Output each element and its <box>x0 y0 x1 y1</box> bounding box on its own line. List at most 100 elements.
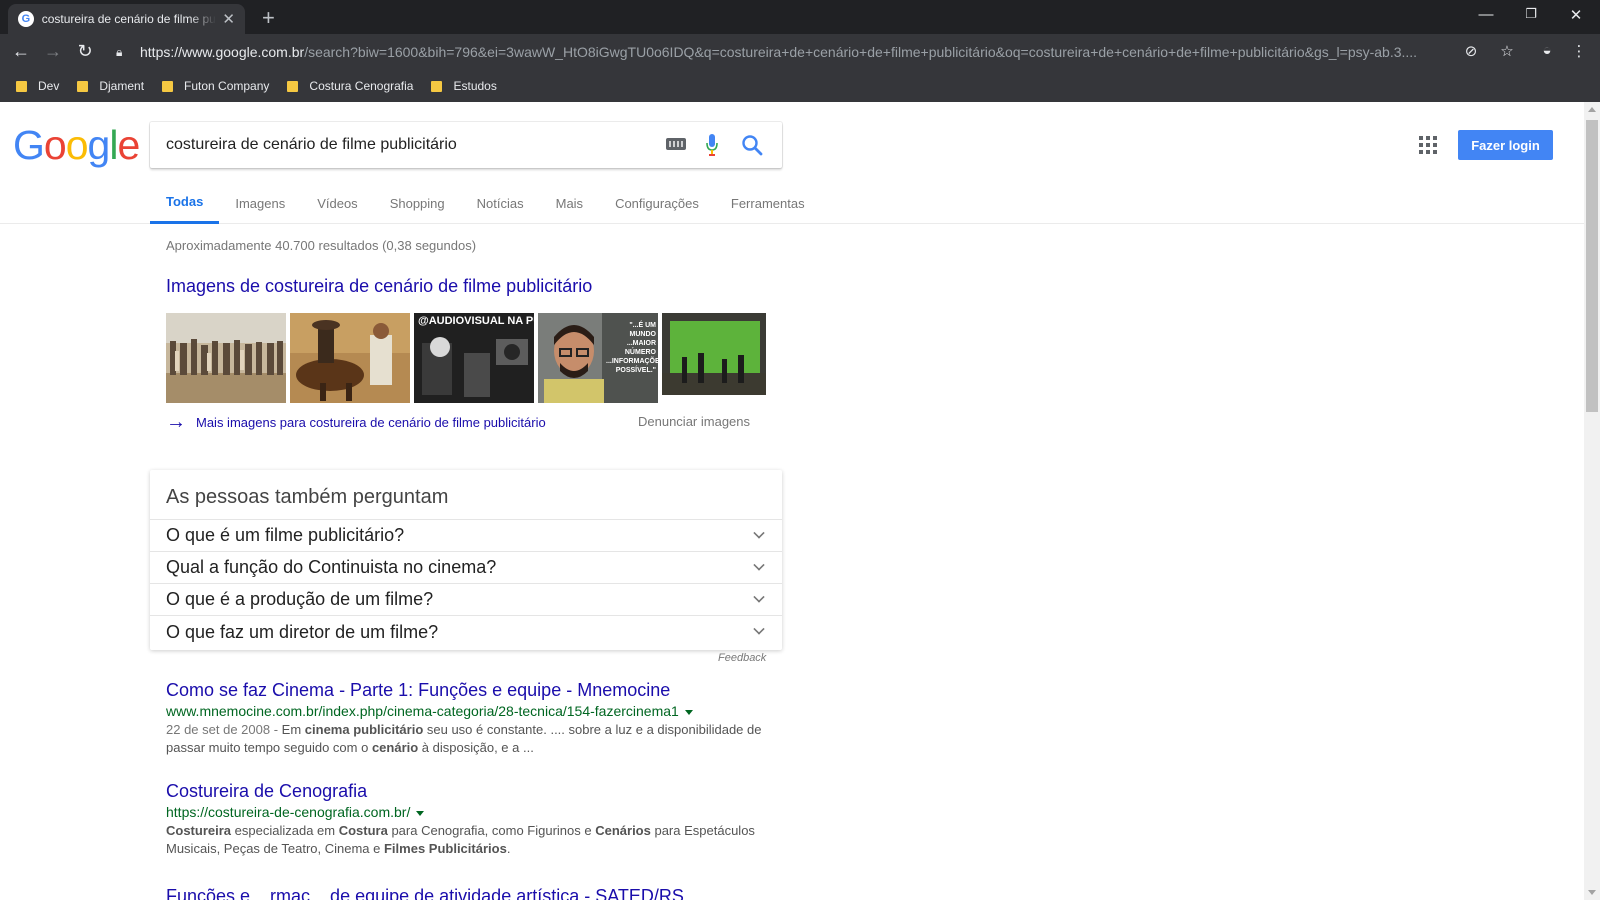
search-result: Costureira de Cenografia https://costure… <box>166 781 776 858</box>
result-snippet: Costureira especializada em Costura para… <box>166 822 776 858</box>
result-url-text: www.mnemocine.com.br/index.php/cinema-ca… <box>166 703 679 719</box>
result-url: https://costureira-de-cenografia.com.br/ <box>166 804 776 820</box>
search-result: Funções e ...rmaç... de equipe de ativid… <box>166 884 776 900</box>
tab-imagens[interactable]: Imagens <box>219 182 301 224</box>
search-input[interactable]: costureira de cenário de filme publicitá… <box>150 122 782 168</box>
browser-tab-title: costureira de cenário de filme publicitá… <box>41 12 217 26</box>
report-images-link[interactable]: Denunciar imagens <box>638 414 750 429</box>
people-also-ask-box: As pessoas também perguntam O que é um f… <box>150 470 782 650</box>
chevron-down-icon <box>753 623 765 635</box>
result-date: 22 de set de 2008 - <box>166 722 282 737</box>
forward-arrow-icon[interactable]: → <box>42 41 64 62</box>
bookmark-label: Dev <box>38 79 60 93</box>
address-bar[interactable]: 🔒︎ https://www.google.com.br/search?biw=… <box>108 38 1502 66</box>
result-title-link[interactable]: Funções e ...rmaç... de equipe de ativid… <box>166 884 776 900</box>
feedback-link[interactable]: Feedback <box>718 652 766 664</box>
chevron-down-icon <box>753 527 765 539</box>
image-thumbnail[interactable] <box>662 313 766 403</box>
bookmark-futon-company[interactable]: Futon Company <box>162 79 269 93</box>
back-arrow-icon[interactable]: ← <box>10 41 32 62</box>
snippet-text: à disposição, e a ... <box>418 740 534 755</box>
google-favicon-icon: G <box>18 11 34 27</box>
snippet-highlight: Filmes Publicitários <box>383 841 507 856</box>
bookmarks-bar: Dev Djament Futon Company Costura Cenogr… <box>0 70 1600 102</box>
tab-ferramentas[interactable]: Ferramentas <box>715 182 821 224</box>
paa-question-text: O que é um filme publicitário? <box>166 525 405 545</box>
tab-todas[interactable]: Todas <box>150 182 220 224</box>
snippet-highlight: Costura <box>338 823 388 838</box>
browser-toolbar: ← → ↻ 🔒︎ https://www.google.com.br/searc… <box>0 34 1600 70</box>
snippet-highlight: Costureira <box>166 823 232 838</box>
image-thumbnail[interactable]: "...É UM MUNDO ...MAIOR NÚMERO ...INFORM… <box>538 313 658 403</box>
login-button[interactable]: Fazer login <box>1458 130 1553 160</box>
tab-shopping[interactable]: Shopping <box>374 182 461 224</box>
page-scrollbar[interactable] <box>1584 102 1600 900</box>
bookmark-label: Futon Company <box>184 79 270 93</box>
folder-icon <box>16 80 27 92</box>
people-also-ask-heading: As pessoas também perguntam <box>150 470 782 520</box>
snippet-text: especializada em <box>231 823 339 838</box>
image-thumbnail[interactable] <box>290 313 410 403</box>
bookmark-costura-cenografia[interactable]: Costura Cenografia <box>287 79 413 93</box>
scroll-up-icon[interactable] <box>1588 107 1596 112</box>
arrow-right-icon: → <box>166 411 186 433</box>
tab-configuracoes[interactable]: Configurações <box>599 182 715 224</box>
folder-icon <box>77 80 89 92</box>
caret-down-icon[interactable] <box>684 709 693 715</box>
tab-videos[interactable]: Vídeos <box>301 182 373 224</box>
thumbnail-quote: "...É UM MUNDO ...MAIOR NÚMERO ...INFORM… <box>606 322 658 374</box>
result-title-link[interactable]: Costureira de Cenografia <box>166 781 776 802</box>
paa-question[interactable]: O que faz um diretor de um filme? <box>150 616 782 648</box>
result-url-text: https://costureira-de-cenografia.com.br/ <box>166 804 411 820</box>
bookmark-djament[interactable]: Djament <box>77 79 144 93</box>
scroll-down-icon[interactable] <box>1588 890 1596 895</box>
folder-icon <box>287 80 299 92</box>
result-title-link[interactable]: Como se faz Cinema - Parte 1: Funções e … <box>166 680 776 701</box>
browser-menu-icon[interactable]: ⋮ <box>1568 42 1590 60</box>
folder-icon <box>162 80 174 92</box>
bookmark-star-icon[interactable]: ☆ <box>1496 42 1518 60</box>
google-apps-icon[interactable] <box>1419 136 1437 154</box>
images-block-title[interactable]: Imagens de costureira de cenário de film… <box>166 276 592 297</box>
snippet-highlight: cinema publicitário <box>304 722 424 737</box>
paa-question[interactable]: O que é a produção de um filme? <box>150 584 782 616</box>
bookmark-label: Djament <box>99 79 145 93</box>
browser-tab-active[interactable]: G costureira de cenário de filme publici… <box>8 4 245 34</box>
snippet-text: . <box>506 841 511 856</box>
microphone-icon[interactable] <box>706 133 718 157</box>
paa-question-text: Qual a função do Continuista no cinema? <box>166 557 497 577</box>
result-snippet: 22 de set de 2008 - Em cinema publicitár… <box>166 721 776 757</box>
incognito-icon[interactable]: ◒ <box>1536 42 1558 59</box>
search-tabs: Todas Imagens Vídeos Shopping Notícias M… <box>150 182 821 224</box>
reload-icon[interactable]: ↻ <box>74 41 96 62</box>
google-logo[interactable]: Google <box>13 122 140 169</box>
paa-question[interactable]: Qual a função do Continuista no cinema? <box>150 552 782 584</box>
more-images-link[interactable]: → Mais imagens para costureira de cenári… <box>166 411 546 434</box>
minimize-window-icon[interactable]: — <box>1476 6 1496 23</box>
caret-down-icon[interactable] <box>416 810 425 816</box>
tab-noticias[interactable]: Notícias <box>461 182 540 224</box>
paa-question[interactable]: O que é um filme publicitário? <box>150 520 782 552</box>
bookmark-dev[interactable]: Dev <box>16 79 59 93</box>
image-thumbnail[interactable] <box>166 313 286 403</box>
blocked-content-icon[interactable]: ⊘ <box>1460 42 1482 60</box>
search-icon[interactable] <box>740 133 764 157</box>
bookmark-label: Costura Cenografia <box>309 79 414 93</box>
more-images-label: Mais imagens para costureira de cenário … <box>196 415 546 430</box>
keyboard-icon[interactable] <box>666 138 686 150</box>
tab-mais[interactable]: Mais <box>540 182 599 224</box>
result-url: www.mnemocine.com.br/index.php/cinema-ca… <box>166 703 776 719</box>
scrollbar-thumb[interactable] <box>1586 120 1598 412</box>
close-tab-icon[interactable]: ✕ <box>222 10 235 28</box>
close-window-icon[interactable]: ✕ <box>1566 6 1586 24</box>
new-tab-button[interactable]: + <box>262 5 275 31</box>
search-query-text: costureira de cenário de filme publicitá… <box>166 136 457 153</box>
bookmark-estudos[interactable]: Estudos <box>431 79 497 93</box>
snippet-highlight: Cenários <box>595 823 651 838</box>
snippet-text: Em <box>281 722 305 737</box>
thumbnail-caption: @AUDIOVISUAL NA PUBI <box>418 315 534 327</box>
restore-window-icon[interactable]: ❐ <box>1521 6 1541 22</box>
result-stats: Aproximadamente 40.700 resultados (0,38 … <box>166 238 477 253</box>
browser-tabstrip: G costureira de cenário de filme publici… <box>0 0 1600 34</box>
image-thumbnail[interactable]: @AUDIOVISUAL NA PUBI <box>414 313 534 403</box>
